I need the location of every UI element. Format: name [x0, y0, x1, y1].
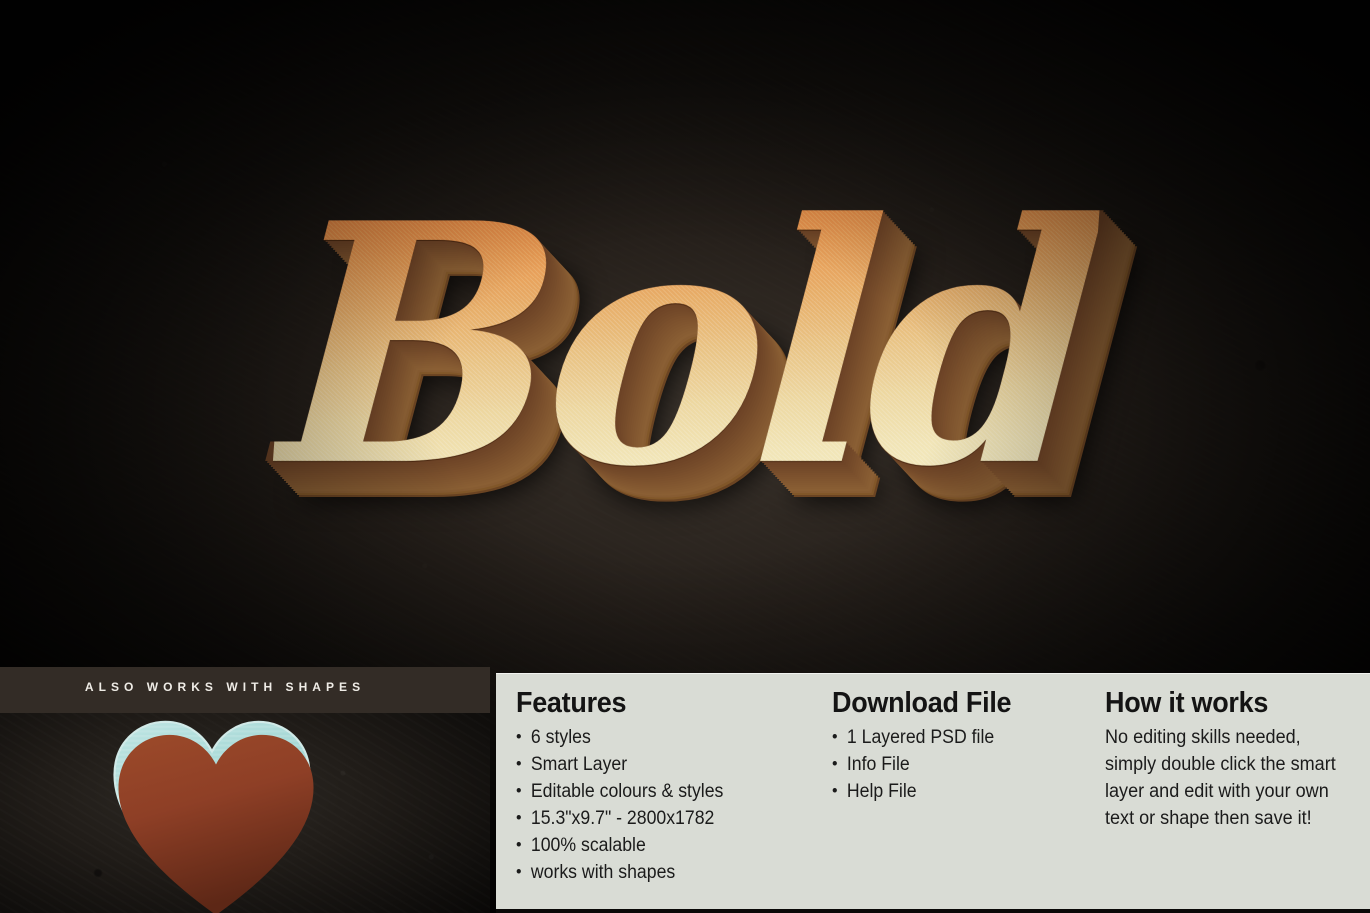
- list-item: Info File: [832, 750, 1077, 778]
- how-it-works-heading: How it works: [1105, 687, 1269, 719]
- hero-text-area: Bold Bold Bold: [0, 96, 1370, 596]
- hero-word-3d: Bold Bold Bold: [267, 151, 1103, 539]
- list-item: 1 Layered PSD file: [832, 723, 1077, 751]
- features-column: Features 6 styles Smart Layer Editable c…: [496, 673, 820, 909]
- list-item: Smart Layer: [516, 750, 799, 778]
- panel-bottom-edge: [496, 909, 1370, 913]
- how-it-works-column: How it works No editing skills needed, s…: [1095, 673, 1370, 909]
- download-file-list: 1 Layered PSD file Info File Help File: [832, 723, 1095, 805]
- shapes-label-bar: ALSO WORKS WITH SHAPES: [0, 667, 490, 713]
- shapes-demo-panel: ALSO WORKS WITH SHAPES: [0, 667, 490, 913]
- download-file-heading: Download File: [831, 687, 1012, 719]
- shapes-stage: [0, 713, 490, 913]
- list-item: Editable colours & styles: [516, 777, 799, 805]
- features-list: 6 styles Smart Layer Editable colours & …: [516, 723, 820, 886]
- promo-screenshot: Bold Bold Bold ALSO WORKS WITH SHAPES: [0, 0, 1370, 913]
- list-item: 15.3"x9.7" - 2800x1782: [516, 804, 799, 832]
- hero-word-face: Bold: [267, 151, 1104, 540]
- heart-shape-group: [106, 713, 326, 913]
- list-item: 100% scalable: [516, 831, 799, 859]
- shapes-label-text: ALSO WORKS WITH SHAPES: [84, 680, 366, 694]
- download-file-column: Download File 1 Layered PSD file Info Fi…: [820, 673, 1095, 909]
- how-it-works-body: No editing skills needed, simply double …: [1105, 727, 1336, 829]
- heart-extrusion: [110, 720, 322, 913]
- list-item: works with shapes: [516, 858, 799, 886]
- list-item: 6 styles: [516, 723, 799, 751]
- info-panel: Features 6 styles Smart Layer Editable c…: [496, 673, 1370, 909]
- features-heading: Features: [516, 687, 627, 719]
- list-item: Help File: [832, 777, 1077, 805]
